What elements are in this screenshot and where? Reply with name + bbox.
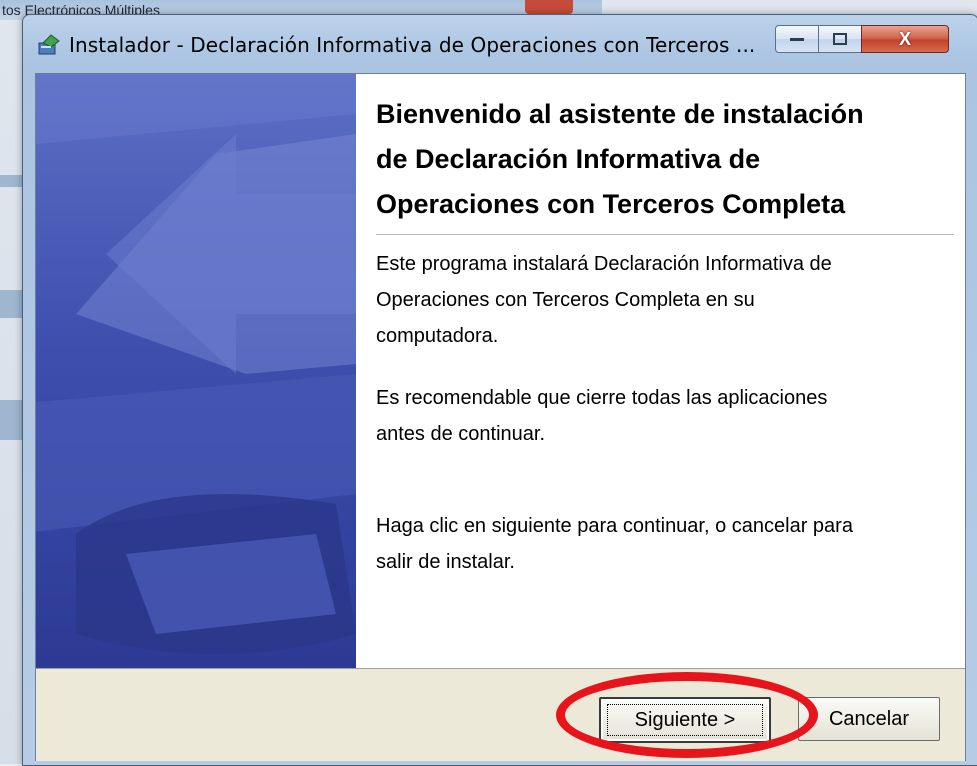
installer-window: Instalador - Declaración Informativa de … [22,14,977,766]
welcome-content: Bienvenido al asistente de instalación d… [376,74,956,668]
wizard-body: Bienvenido al asistente de instalación d… [35,73,966,761]
next-button[interactable]: Siguiente > [599,697,771,743]
welcome-heading: Bienvenido al asistente de instalación d… [376,92,956,227]
focus-rectangle [607,704,763,736]
heading-line: Operaciones con Terceros Completa [376,189,846,219]
paragraph-line: Haga clic en siguiente para continuar, o… [376,515,853,537]
button-bar: Siguiente > Cancelar [36,668,965,761]
paragraph-line: computadora. [376,325,499,347]
minimize-icon [790,38,804,41]
divider [376,234,954,235]
window-title: Instalador - Declaración Informativa de … [69,33,756,57]
paragraph-line: Es recomendable que cierre todas las apl… [376,387,828,409]
close-button[interactable]: X [861,25,949,53]
paragraph-line: Operaciones con Terceros Completa en su [376,289,755,311]
close-icon: X [898,28,911,49]
maximize-icon [833,33,847,45]
title-bar[interactable]: Instalador - Declaración Informativa de … [23,15,977,73]
recommendation-paragraph: Es recomendable que cierre todas las apl… [376,380,956,452]
instruction-paragraph: Haga clic en siguiente para continuar, o… [376,508,956,580]
installer-icon [37,33,61,57]
heading-line: de Declaración Informativa de [376,144,761,174]
install-arrow-graphic [36,74,356,654]
cancel-button[interactable]: Cancelar [798,697,940,741]
heading-line: Bienvenido al asistente de instalación [376,99,864,129]
paragraph-line: antes de continuar. [376,423,546,445]
intro-paragraph: Este programa instalará Declaración Info… [376,246,956,354]
paragraph-line: salir de instalar. [376,551,515,573]
paragraph-line: Este programa instalará Declaración Info… [376,253,832,275]
cancel-button-label: Cancelar [828,707,910,730]
maximize-button[interactable] [818,25,862,53]
wizard-banner [36,74,356,668]
background-close-button[interactable] [525,0,573,14]
minimize-button[interactable] [775,25,819,53]
